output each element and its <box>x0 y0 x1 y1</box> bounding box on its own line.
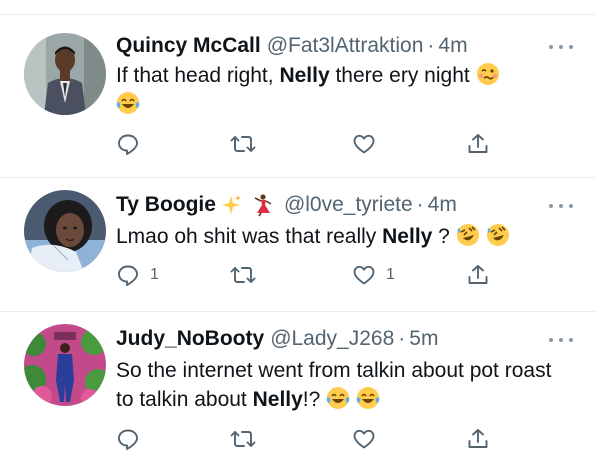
share-button[interactable] <box>466 426 490 452</box>
tweet-actions: 1 1 <box>116 262 506 288</box>
retweet-icon <box>230 431 256 447</box>
rofl-emoji <box>486 224 509 247</box>
timestamp[interactable]: 5m <box>409 327 438 351</box>
reply-button[interactable]: 1 <box>116 262 159 288</box>
more-icon[interactable] <box>549 335 573 345</box>
user-handle[interactable]: @Fat3lAttraktion <box>267 34 424 58</box>
retweet-button[interactable] <box>230 131 266 157</box>
tweet-actions <box>116 131 506 157</box>
avatar[interactable] <box>24 190 106 272</box>
tweet-text-part: !? <box>302 388 327 411</box>
like-button[interactable] <box>352 131 386 157</box>
retweet-icon <box>230 267 256 283</box>
dancer-emoji <box>250 193 274 217</box>
reply-icon <box>118 429 138 450</box>
retweet-icon <box>230 136 256 152</box>
reply-button[interactable] <box>116 131 150 157</box>
reply-icon <box>118 134 138 155</box>
bold-mention: Nelly <box>279 64 330 87</box>
tweet-text-part: there ery night <box>329 64 470 87</box>
share-button[interactable] <box>466 131 490 157</box>
retweet-button[interactable] <box>230 426 266 452</box>
reply-icon <box>118 265 138 286</box>
timestamp[interactable]: 4m <box>438 34 467 58</box>
user-handle[interactable]: @Lady_J268 <box>270 327 394 351</box>
tweet[interactable]: Judy_NoBooty @Lady_J268 · 5m So the inte… <box>0 312 595 468</box>
tweet-text-part: If that head right, <box>116 64 280 87</box>
tears-of-joy-emoji <box>116 92 140 115</box>
share-icon <box>468 265 488 284</box>
display-name[interactable]: Judy_NoBooty <box>116 327 264 351</box>
user-handle[interactable]: @l0ve_tyriete <box>284 193 413 217</box>
retweet-button[interactable] <box>230 262 266 288</box>
like-button[interactable]: 1 <box>352 262 395 288</box>
sparkles-emoji <box>220 194 242 216</box>
tweet-text: So the internet went from talkin about p… <box>116 356 565 414</box>
avatar[interactable] <box>24 33 106 115</box>
like-count: 1 <box>386 266 395 283</box>
tweet-text: If that head right, Nelly there ery nigh… <box>116 61 565 119</box>
tweet-text-part: Lmao oh shit was that really <box>116 225 383 248</box>
tears-of-joy-emoji <box>326 387 350 410</box>
more-icon[interactable] <box>549 42 573 52</box>
separator: · <box>427 34 435 57</box>
like-icon <box>353 265 375 285</box>
more-icon[interactable] <box>549 201 573 211</box>
share-button[interactable] <box>466 262 490 288</box>
share-icon <box>468 134 488 153</box>
reply-count: 1 <box>150 266 159 283</box>
share-icon <box>468 429 488 448</box>
bold-mention: Nelly <box>252 388 303 411</box>
display-name[interactable]: Quincy McCall <box>116 34 261 58</box>
avatar[interactable] <box>24 324 106 406</box>
tweet-text-part: ? <box>432 225 456 248</box>
tweet-actions <box>116 426 506 452</box>
like-icon <box>353 429 375 449</box>
tweet-header: Judy_NoBooty @Lady_J268 · 5m <box>116 324 555 354</box>
rofl-emoji <box>456 224 479 247</box>
like-button[interactable] <box>352 426 386 452</box>
tweet[interactable]: Quincy McCall @Fat3lAttraktion · 4m If t… <box>0 14 595 178</box>
bold-mention: Nelly <box>382 225 433 248</box>
tweet-header: Ty Boogie @l0ve_tyriete · 4m <box>116 190 555 220</box>
tweet-header: Quincy McCall @Fat3lAttraktion · 4m <box>116 31 555 61</box>
woozy-face-emoji <box>476 63 499 86</box>
separator: · <box>398 327 406 350</box>
like-icon <box>353 134 375 154</box>
tweet[interactable]: Ty Boogie @l0ve_tyriete · 4m Lmao oh shi… <box>0 178 595 312</box>
timestamp[interactable]: 4m <box>428 193 457 217</box>
display-name[interactable]: Ty Boogie <box>116 193 216 217</box>
reply-button[interactable] <box>116 426 150 452</box>
separator: · <box>416 193 424 216</box>
tweet-text: Lmao oh shit was that really Nelly ? <box>116 222 565 251</box>
tears-of-joy-emoji <box>356 387 380 410</box>
